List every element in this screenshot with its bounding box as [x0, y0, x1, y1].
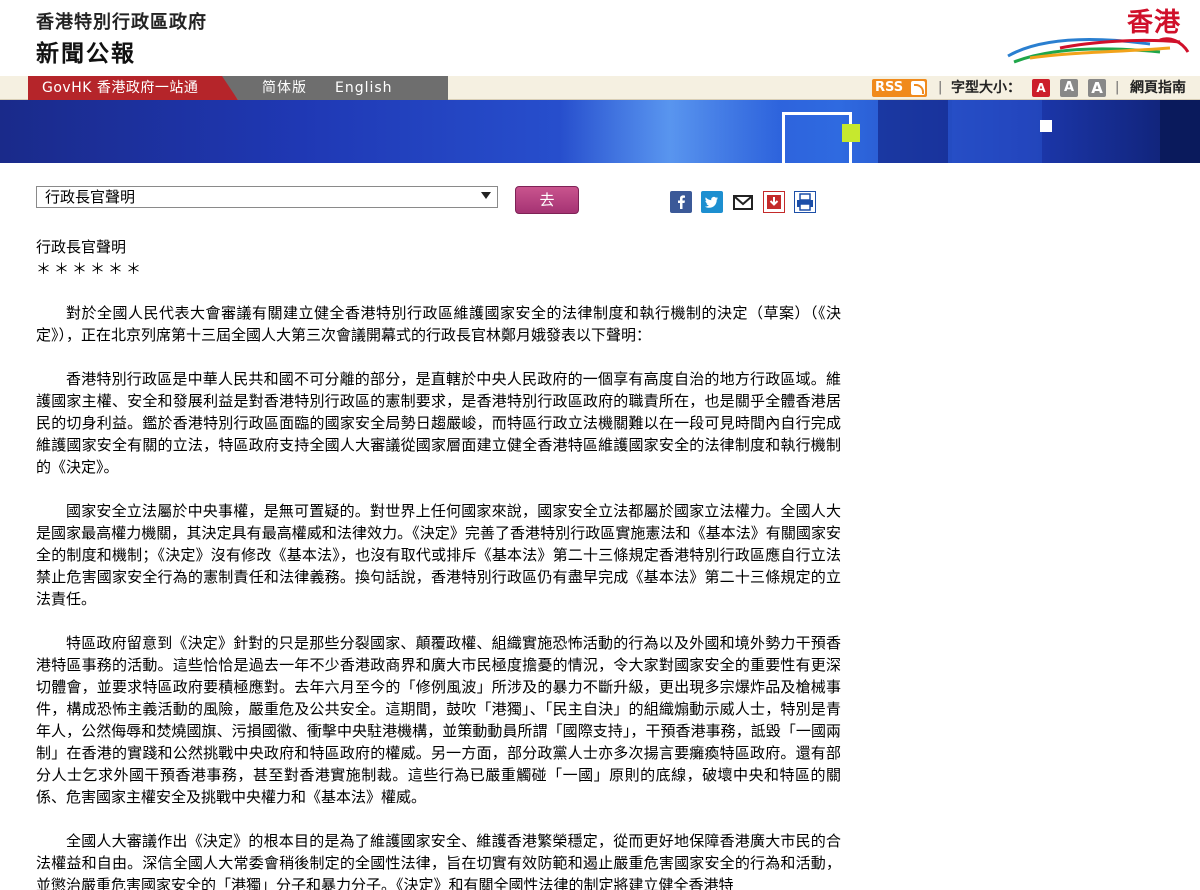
category-selected-value: 行政長官聲明 — [45, 188, 136, 206]
govhk-link[interactable]: GovHK 香港政府一站通 — [28, 76, 238, 100]
banner-square-green — [842, 124, 860, 142]
save-icon[interactable] — [762, 190, 786, 214]
article-title: 行政長官聲明 — [36, 238, 127, 256]
category-select[interactable]: 行政長官聲明 — [36, 186, 498, 208]
font-size-medium-button[interactable]: A — [1060, 79, 1078, 97]
font-size-small-button[interactable]: A — [1032, 79, 1050, 97]
article-paragraph: 香港特別行政區是中華人民共和國不可分離的部分，是直轄於中央人民政府的一個享有高度… — [36, 370, 841, 476]
mail-icon[interactable] — [732, 191, 754, 213]
language-switch-area — [220, 76, 448, 100]
brand-text: 香港 — [1126, 8, 1181, 38]
rss-button[interactable]: RSS — [872, 79, 927, 97]
org-title: 香港特別行政區政府 — [36, 12, 207, 33]
banner-block — [1160, 100, 1200, 163]
banner-block — [952, 100, 1042, 163]
facebook-icon[interactable] — [670, 191, 692, 213]
banner-square-white — [1040, 120, 1052, 132]
chevron-down-icon — [481, 192, 491, 199]
english-link[interactable]: English — [335, 76, 393, 100]
go-button[interactable]: 去 — [515, 186, 579, 214]
page-header: 香港特別行政區政府 新聞公報 香港 — [0, 0, 1200, 76]
rss-label: RSS — [875, 80, 904, 95]
font-size-label: 字型大小： — [951, 80, 1021, 96]
simplified-chinese-link[interactable]: 简体版 — [262, 76, 307, 100]
font-size-large-button[interactable]: A — [1088, 79, 1106, 97]
article-separator-stars: ＊＊＊＊＊＊ — [36, 260, 145, 278]
press-release-article: 行政長官聲明 ＊＊＊＊＊＊ 對於全國人民代表大會審議有關建立健全香港特別行政區維… — [36, 236, 841, 890]
brand-hong-kong-logo[interactable]: 香港 — [1000, 2, 1195, 66]
article-paragraph: 國家安全立法屬於中央事權，是無可置疑的。對世界上任何國家來說，國家安全立法都屬於… — [36, 502, 841, 608]
press-release-title: 新聞公報 — [36, 41, 136, 67]
sitemap-link[interactable]: 網頁指南 — [1130, 79, 1186, 97]
article-paragraph: 對於全國人民代表大會審議有關建立健全香港特別行政區維護國家安全的法律制度和執行機… — [36, 304, 841, 344]
decorative-banner — [0, 100, 1200, 163]
rss-icon — [911, 81, 925, 95]
article-paragraph: 特區政府留意到《決定》針對的只是那些分裂國家、顛覆政權、組織實施恐怖活動的行為以… — [36, 634, 841, 806]
divider: | — [1115, 80, 1120, 95]
print-icon[interactable] — [793, 190, 817, 214]
banner-block — [878, 100, 948, 163]
article-paragraph: 全國人大審議作出《決定》的根本目的是為了維護國家安全、維護香港繁榮穩定，從而更好… — [36, 832, 841, 890]
twitter-icon[interactable] — [701, 191, 723, 213]
top-navigation-bar: GovHK 香港政府一站通 简体版 English RSS | 字型大小： A … — [0, 76, 1200, 100]
divider: | — [938, 80, 943, 95]
banner-light — [560, 100, 780, 163]
